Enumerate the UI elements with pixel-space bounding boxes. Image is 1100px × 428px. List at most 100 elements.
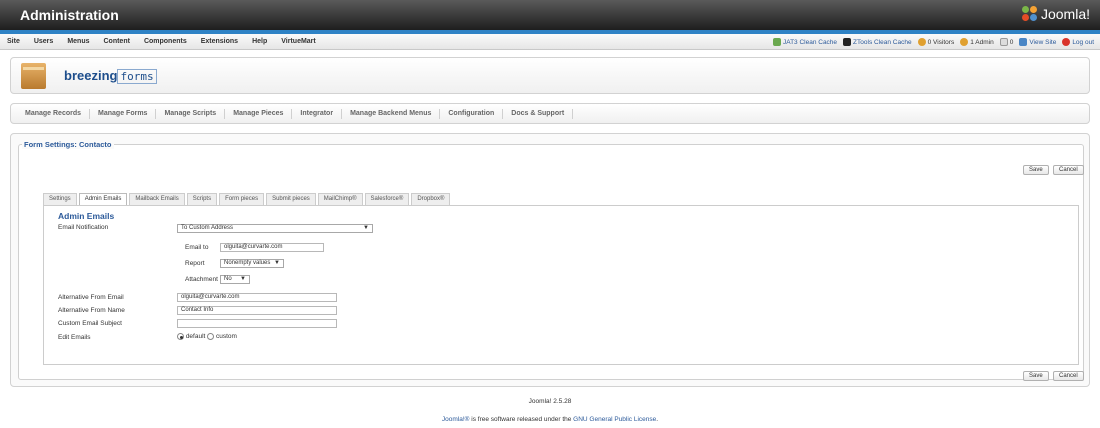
- license-mid: is free software released under the: [469, 416, 574, 423]
- page-title: Administration: [20, 7, 119, 23]
- tab-salesforce[interactable]: Salesforce®: [364, 193, 410, 205]
- radio-default[interactable]: [177, 333, 184, 340]
- tab-settings[interactable]: Settings: [43, 193, 77, 205]
- settings-tabs: Settings Admin Emails Mailback Emails Sc…: [43, 193, 452, 205]
- nav-manage-backend-menus[interactable]: Manage Backend Menus: [342, 108, 441, 119]
- menu-help[interactable]: Help: [245, 34, 274, 50]
- menu-virtuemart[interactable]: VirtueMart: [274, 34, 323, 50]
- menu-site[interactable]: Site: [0, 34, 27, 50]
- email-to-label: Email to: [185, 244, 209, 251]
- dropdown-arrow-icon: ▼: [274, 260, 280, 266]
- custom-subject-input[interactable]: [177, 319, 337, 328]
- cancel-button-bottom[interactable]: Cancel: [1053, 371, 1084, 381]
- joomla-link[interactable]: Joomla!®: [442, 416, 470, 423]
- messages-count[interactable]: 0: [999, 38, 1014, 46]
- messages-count-label: 0: [1009, 38, 1014, 46]
- visitors-count-label: 0 Visitors: [927, 38, 955, 46]
- monitor-icon: [1019, 38, 1028, 46]
- nav-manage-forms[interactable]: Manage Forms: [90, 108, 157, 119]
- panel-title: Admin Emails: [58, 211, 115, 221]
- joomla-logo[interactable]: Joomla!: [1021, 6, 1090, 22]
- email-notification-value: To Custom Address: [181, 225, 234, 231]
- form-settings-container: Form Settings: Contacto Save Cancel Sett…: [10, 133, 1090, 387]
- version-text: Joomla! 2.5.28: [528, 398, 572, 405]
- box-icon: [21, 63, 46, 89]
- radio-default-label: default: [185, 333, 206, 341]
- attachment-value: No: [224, 276, 232, 282]
- jat3-clean-cache-label: JAT3 Clean Cache: [782, 38, 838, 46]
- radio-custom-label: custom: [215, 333, 237, 341]
- visitors-icon: [917, 38, 926, 46]
- alt-from-email-label: Alternative From Email: [58, 294, 124, 301]
- logout-label: Log out: [1072, 38, 1094, 46]
- tab-mailback-emails[interactable]: Mailback Emails: [129, 193, 185, 205]
- tab-dropbox[interactable]: Dropbox®: [411, 193, 451, 205]
- menu-menus[interactable]: Menus: [60, 34, 96, 50]
- alt-from-name-input[interactable]: Contact Info: [177, 306, 337, 315]
- mail-icon: [999, 38, 1008, 46]
- menu-users[interactable]: Users: [27, 34, 60, 50]
- save-button-top[interactable]: Save: [1023, 165, 1049, 175]
- edit-emails-options: default custom: [177, 333, 237, 340]
- menu-extensions[interactable]: Extensions: [194, 34, 245, 50]
- brand-part2: forms: [117, 69, 157, 84]
- alt-from-name-label: Alternative From Name: [58, 307, 125, 314]
- license-end: .: [656, 416, 659, 423]
- ztools-clean-cache[interactable]: ZTools Clean Cache: [843, 38, 912, 46]
- cancel-button-top[interactable]: Cancel: [1053, 165, 1084, 175]
- ztools-icon: [843, 38, 852, 46]
- component-brand-box: breezing forms: [10, 57, 1090, 94]
- admin-menubar: Site Users Menus Content Components Exte…: [0, 34, 1100, 50]
- nav-manage-scripts[interactable]: Manage Scripts: [156, 108, 226, 119]
- component-nav: Manage Records Manage Forms Manage Scrip…: [10, 103, 1090, 124]
- report-label: Report: [185, 260, 205, 267]
- attachment-select[interactable]: No ▼: [220, 275, 250, 284]
- menu-content[interactable]: Content: [96, 34, 136, 50]
- top-header: Administration Joomla!: [0, 0, 1100, 30]
- joomla-logo-icon: [1021, 6, 1038, 22]
- attachment-label: Attachment: [185, 276, 218, 283]
- view-site-label: View Site: [1029, 38, 1057, 46]
- report-select[interactable]: Nonempty values ▼: [220, 259, 284, 268]
- license-text: Joomla!® is free software released under…: [0, 416, 1100, 423]
- broom-icon: [772, 38, 781, 46]
- save-button-bottom[interactable]: Save: [1023, 371, 1049, 381]
- tab-form-pieces[interactable]: Form pieces: [219, 193, 265, 205]
- gpl-link[interactable]: GNU General Public License: [573, 416, 656, 423]
- logout-icon: [1062, 38, 1071, 46]
- edit-emails-label: Edit Emails: [58, 334, 91, 341]
- jat3-clean-cache[interactable]: JAT3 Clean Cache: [772, 38, 838, 46]
- email-to-input[interactable]: olguita@curvarte.com: [220, 243, 324, 252]
- ztools-clean-cache-label: ZTools Clean Cache: [853, 38, 912, 46]
- nav-docs-support[interactable]: Docs & Support: [503, 108, 574, 119]
- menu-components[interactable]: Components: [137, 34, 194, 50]
- admin-count: 1 Admin: [960, 38, 994, 46]
- radio-custom[interactable]: [207, 333, 215, 340]
- visitors-count: 0 Visitors: [917, 38, 955, 46]
- admin-icon: [960, 38, 969, 46]
- tab-submit-pieces[interactable]: Submit pieces: [266, 193, 316, 205]
- email-notification-select[interactable]: To Custom Address ▼: [177, 224, 373, 233]
- dropdown-arrow-icon: ▼: [240, 276, 246, 282]
- form-settings-fieldset: Form Settings: Contacto Save Cancel Sett…: [18, 140, 1084, 381]
- nav-manage-pieces[interactable]: Manage Pieces: [225, 108, 293, 119]
- view-site-link[interactable]: View Site: [1019, 38, 1056, 46]
- logout-link[interactable]: Log out: [1062, 38, 1094, 46]
- brand-part1: breezing: [64, 68, 118, 83]
- tab-mailchimp[interactable]: MailChimp®: [317, 193, 363, 205]
- nav-manage-records[interactable]: Manage Records: [17, 108, 91, 119]
- custom-subject-label: Custom Email Subject: [58, 320, 122, 327]
- tab-scripts[interactable]: Scripts: [186, 193, 218, 205]
- admin-emails-panel: Admin Emails Email Notification To Custo…: [43, 205, 1079, 365]
- breezingforms-logo: breezing forms: [64, 68, 157, 84]
- nav-integrator[interactable]: Integrator: [292, 108, 343, 119]
- dropdown-arrow-icon: ▼: [363, 225, 369, 231]
- status-bar: JAT3 Clean Cache ZTools Clean Cache 0 Vi…: [772, 34, 1094, 50]
- report-value: Nonempty values: [224, 260, 271, 266]
- admin-count-label: 1 Admin: [970, 38, 994, 46]
- form-settings-legend: Form Settings: Contacto: [22, 140, 114, 149]
- email-notification-label: Email Notification: [58, 224, 109, 231]
- nav-configuration[interactable]: Configuration: [440, 108, 504, 119]
- alt-from-email-input[interactable]: olguita@curvarte.com: [177, 293, 337, 302]
- tab-admin-emails[interactable]: Admin Emails: [78, 193, 128, 205]
